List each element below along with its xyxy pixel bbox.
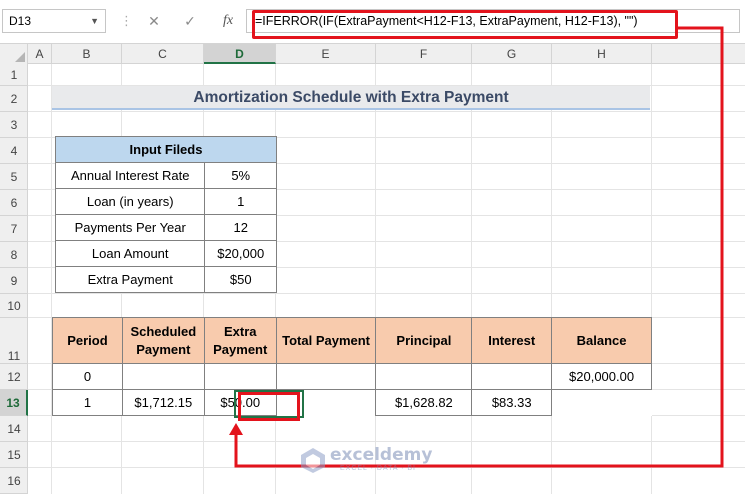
arrow-head: [229, 423, 243, 435]
arrow-line: [234, 26, 724, 468]
watermark-tagline: EXCEL · DATA · BI: [340, 465, 416, 472]
annotation-arrow: [229, 26, 724, 468]
watermark-name: exceldemy: [330, 445, 433, 465]
watermark: exceldemy EXCEL · DATA · BI: [300, 445, 450, 475]
exceldemy-logo-icon: [301, 448, 325, 473]
